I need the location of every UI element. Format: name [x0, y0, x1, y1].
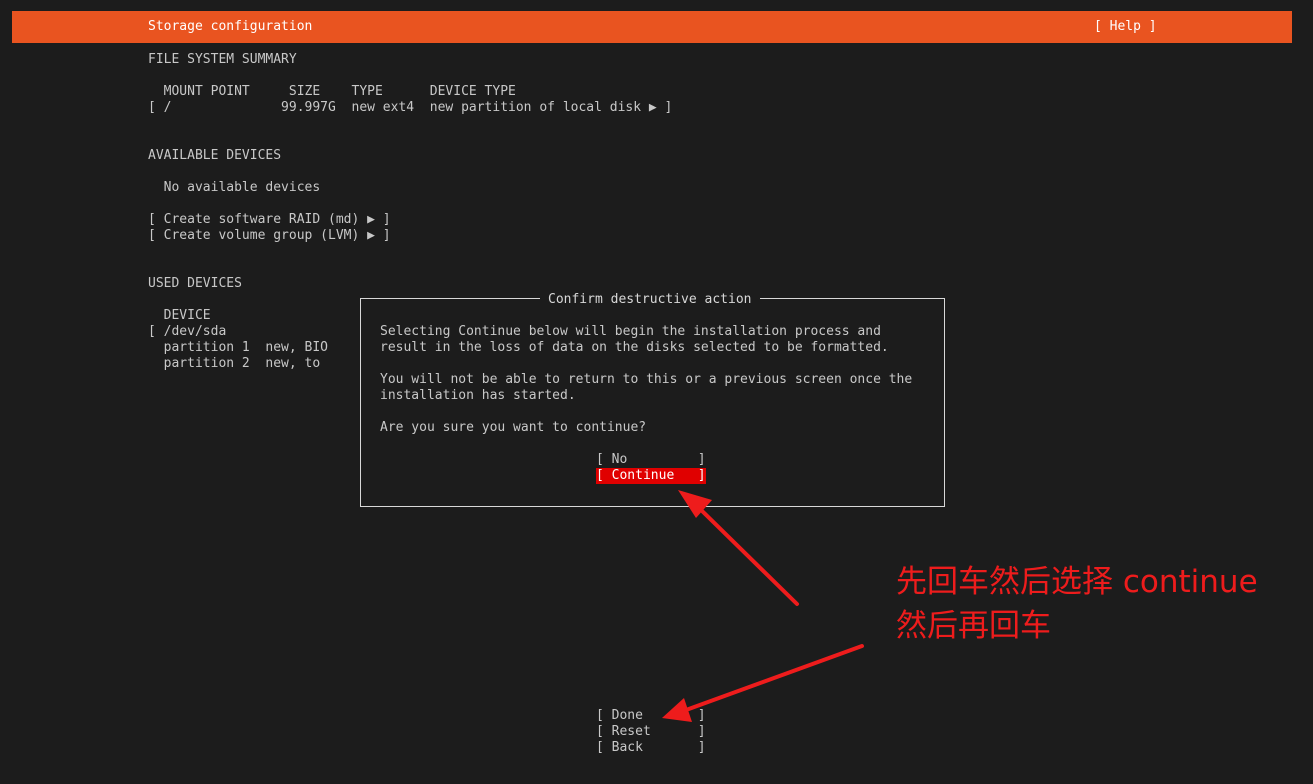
arrow-to-done-icon — [684, 644, 864, 712]
annotation-line-1: 先回车然后选择 continue — [896, 564, 1258, 600]
annotation-arrows — [662, 490, 864, 722]
arrow-head-done-icon — [662, 698, 692, 722]
arrow-to-continue-icon — [694, 503, 799, 606]
annotation-line-2: 然后再回车 — [896, 608, 1051, 644]
